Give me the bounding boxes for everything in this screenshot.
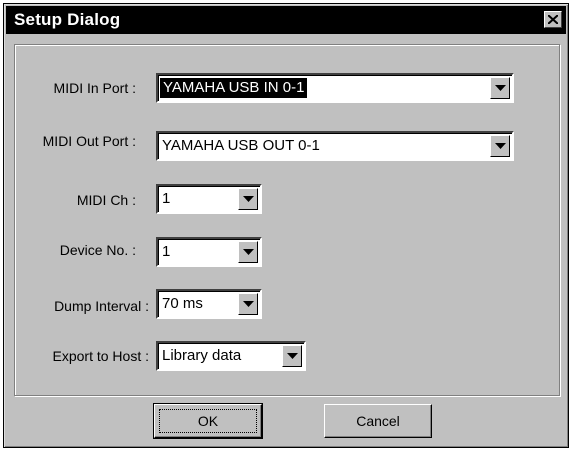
device-no-label: Device No. :: [59, 242, 136, 258]
dump-interval-dropdown-button[interactable]: [238, 293, 258, 315]
export-to-host-value: Library data: [162, 347, 242, 364]
chevron-down-icon: [243, 249, 254, 255]
export-to-host-label: Export to Host :: [52, 348, 149, 364]
midi-in-port-select[interactable]: YAMAHA USB IN 0-1: [156, 73, 514, 103]
midi-in-port-value: YAMAHA USB IN 0-1: [160, 78, 308, 98]
export-to-host-select[interactable]: Library data: [156, 341, 306, 371]
device-no-value: 1: [162, 243, 171, 260]
dialog-title: Setup Dialog: [14, 10, 121, 29]
close-button[interactable]: [544, 11, 562, 28]
midi-ch-value: 1: [162, 190, 171, 207]
midi-out-port-label: MIDI Out Port :: [42, 133, 136, 149]
midi-in-port-dropdown-button[interactable]: [490, 77, 510, 99]
dump-interval-label: Dump Interval :: [54, 298, 149, 314]
midi-in-port-label: MIDI In Port :: [53, 80, 136, 96]
midi-out-port-dropdown-button[interactable]: [490, 135, 510, 157]
midi-out-port-select[interactable]: YAMAHA USB OUT 0-1: [156, 131, 514, 161]
cancel-button-label: Cancel: [356, 413, 400, 429]
device-no-select[interactable]: 1: [156, 237, 262, 267]
focus-rect: [159, 409, 257, 433]
chevron-down-icon: [243, 196, 254, 202]
ok-button[interactable]: OK: [153, 403, 263, 439]
midi-ch-label: MIDI Ch :: [76, 192, 136, 208]
setup-dialog: Setup Dialog MIDI In Port : YAMAHA USB I…: [3, 3, 569, 448]
dump-interval-select[interactable]: 70 ms: [156, 289, 262, 319]
midi-ch-select[interactable]: 1: [156, 184, 262, 214]
chevron-down-icon: [243, 301, 254, 307]
close-icon: [548, 15, 558, 24]
midi-ch-dropdown-button[interactable]: [238, 188, 258, 210]
midi-out-port-value: YAMAHA USB OUT 0-1: [162, 137, 320, 154]
chevron-down-icon: [495, 143, 506, 149]
device-no-dropdown-button[interactable]: [238, 241, 258, 263]
dump-interval-value: 70 ms: [162, 295, 203, 312]
export-to-host-dropdown-button[interactable]: [282, 345, 302, 367]
cancel-button[interactable]: Cancel: [324, 404, 432, 438]
title-bar[interactable]: Setup Dialog: [6, 6, 566, 34]
chevron-down-icon: [495, 85, 506, 91]
chevron-down-icon: [287, 353, 298, 359]
